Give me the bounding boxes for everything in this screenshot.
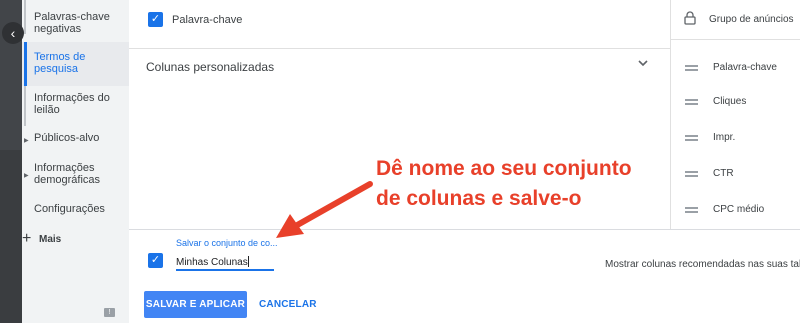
expand-arrow-icon: ▶ — [24, 173, 29, 179]
drag-handle-icon[interactable] — [685, 171, 698, 177]
lock-icon — [684, 11, 696, 25]
plus-icon: + — [22, 230, 32, 247]
column-item[interactable]: Palavra-chave — [671, 59, 800, 79]
sidebar-item-label: Públicos-alvo — [34, 132, 100, 144]
custom-columns-title[interactable]: Colunas personalizadas — [146, 60, 274, 74]
column-set-name-input[interactable]: Minhas Colunas — [176, 250, 274, 271]
column-item[interactable]: Impr. — [671, 129, 800, 149]
annotation-line: de colunas e salve-o — [376, 187, 582, 210]
drag-handle-icon[interactable] — [685, 135, 698, 141]
expand-arrow-icon: ▶ — [24, 138, 29, 144]
sidebar-item-audiences[interactable]: ▶ Públicos-alvo — [22, 132, 129, 146]
recommended-columns-text: Mostrar colunas recomendadas nas suas ta… — [605, 259, 800, 270]
sidebar-item-settings[interactable]: Configurações — [22, 203, 129, 217]
chevron-left-icon: ‹ — [10, 25, 16, 41]
sidebar-item-label: Palavras-chave — [34, 11, 110, 23]
sidebar-item-negative-keywords[interactable]: Palavras-chave negativas — [22, 0, 129, 40]
column-item[interactable]: Cliques — [671, 93, 800, 113]
rail-shade — [0, 150, 22, 323]
sidebar-item-label: Informações — [34, 162, 95, 174]
text-caret — [247, 256, 249, 267]
drag-handle-icon[interactable] — [685, 207, 698, 213]
column-item-label: Cliques — [713, 96, 747, 107]
locked-column-header: Grupo de anúncios — [671, 0, 800, 40]
cancel-button[interactable]: CANCELAR — [259, 291, 317, 318]
annotation-text: Dê nome ao seu conjunto de colunas e sal… — [376, 154, 632, 214]
column-set-name-value: Minhas Colunas — [176, 257, 248, 268]
column-item[interactable]: CPC médio — [671, 201, 800, 221]
sidebar-indent-line — [24, 86, 26, 126]
selected-columns-panel: Grupo de anúncios Palavra-chave Cliques … — [670, 0, 800, 229]
sidebar-item-label: demográficas — [34, 174, 101, 186]
sidebar-item-label: negativas — [34, 23, 82, 35]
sidebar-item-label: Informações do — [34, 92, 110, 104]
column-item-label: CPC médio — [713, 204, 765, 215]
collapse-sidebar-button[interactable]: ‹ — [2, 22, 24, 44]
column-item-label: CTR — [713, 168, 734, 179]
feedback-icon[interactable]: ! — [104, 308, 115, 317]
drag-handle-icon[interactable] — [685, 65, 698, 71]
annotation-arrow-icon — [276, 181, 373, 238]
sidebar-item-demographics[interactable]: ▶ Informações demográficas — [22, 162, 129, 188]
save-column-set-checkbox[interactable]: ✓ — [148, 253, 163, 268]
sidebar-item-label: pesquisa — [34, 63, 79, 75]
sidebar: Palavras-chave negativas Termos de pesqu… — [22, 0, 129, 323]
chevron-down-icon[interactable] — [637, 57, 649, 69]
sidebar-item-auction-insights[interactable]: Informações do leilão — [22, 86, 129, 126]
sidebar-item-label: leilão — [34, 104, 60, 116]
sidebar-more-label: Mais — [39, 234, 62, 245]
save-set-label: Salvar o conjunto de co... — [176, 238, 278, 248]
locked-column-label: Grupo de anúncios — [709, 14, 794, 25]
keyword-checkbox-label: Palavra-chave — [172, 14, 243, 26]
sidebar-item-label: Configurações — [34, 203, 105, 215]
drag-handle-icon[interactable] — [685, 99, 698, 105]
sidebar-item-search-terms[interactable]: Termos de pesquisa — [22, 42, 129, 86]
sidebar-item-label: Termos de — [34, 51, 86, 63]
sidebar-indent-line — [24, 0, 26, 34]
divider — [129, 48, 670, 49]
column-item-label: Impr. — [713, 132, 736, 143]
column-item-label: Palavra-chave — [713, 62, 777, 73]
save-panel: ✓ Salvar o conjunto de co... Minhas Colu… — [129, 229, 800, 323]
annotation-line: Dê nome ao seu conjunto — [376, 157, 632, 180]
column-item[interactable]: CTR — [671, 165, 800, 185]
app-left-rail — [0, 0, 22, 323]
save-and-apply-button[interactable]: SALVAR E APLICAR — [144, 291, 247, 318]
keyword-checkbox[interactable]: ✓ — [148, 12, 163, 27]
